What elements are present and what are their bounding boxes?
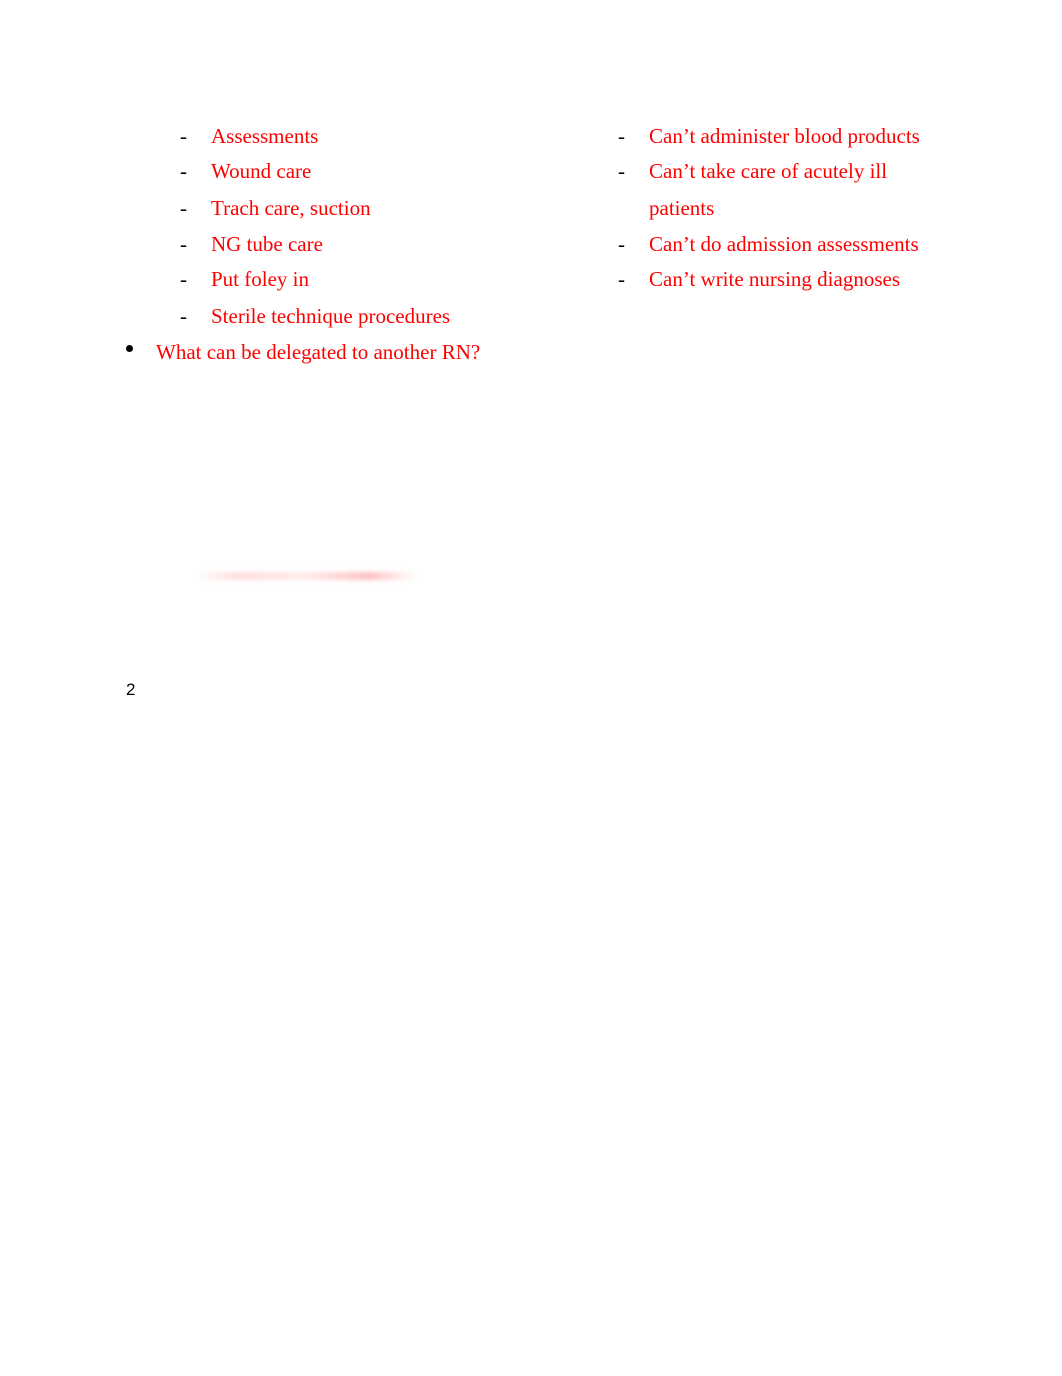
list-item-text: NG tube care — [211, 232, 323, 256]
bullet-question-text: What can be delegated to another RN? — [156, 340, 481, 364]
list-item-text: Sterile technique procedures — [211, 304, 451, 328]
dash-marker: - — [618, 267, 625, 291]
dash-marker: - — [618, 232, 625, 256]
list-item-text: Can’t take care of acutely ill — [649, 159, 888, 183]
list-item-text: patients — [649, 196, 715, 220]
list-item-text: Put foley in — [211, 267, 309, 291]
dash-marker: - — [180, 304, 187, 328]
dash-marker: - — [180, 232, 187, 256]
list-item-text: Can’t write nursing diagnoses — [649, 267, 900, 291]
dash-marker: - — [180, 159, 187, 183]
list-item-text: Wound care — [211, 159, 312, 183]
document-page: - Assessments - Wound care - Trach care,… — [0, 0, 1062, 1376]
dash-marker: - — [180, 267, 187, 291]
list-item-text: Can’t do admission assessments — [649, 232, 919, 256]
dash-marker: - — [618, 159, 625, 183]
dash-marker: - — [618, 124, 625, 148]
list-item-text: Trach care, suction — [211, 196, 371, 220]
list-item-text: Assessments — [211, 124, 319, 148]
bullet-icon — [126, 345, 133, 352]
dash-marker: - — [180, 124, 187, 148]
page-number: 2 — [126, 680, 136, 699]
dash-marker: - — [180, 196, 187, 220]
blurred-smudge — [195, 572, 417, 580]
list-item-text: Can’t administer blood products — [649, 124, 920, 148]
